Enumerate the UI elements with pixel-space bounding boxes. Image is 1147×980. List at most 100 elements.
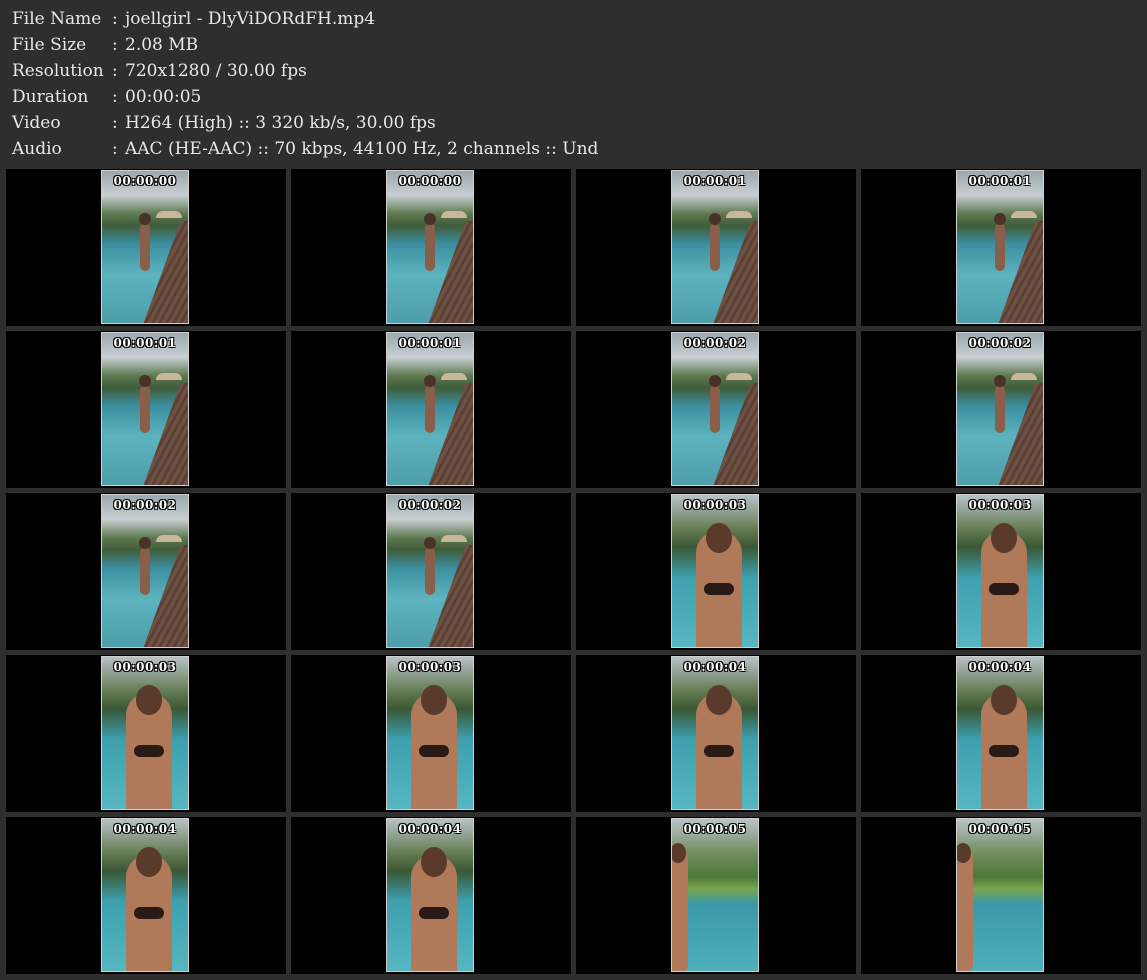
frame-timestamp: 00:00:02 — [968, 336, 1032, 350]
info-value: H264 (High) :: 3 320 kb/s, 30.00 fps — [125, 113, 436, 133]
info-row-duration: Duration : 00:00:05 — [12, 84, 598, 110]
thumbnail-cell: 00:00:02 — [6, 493, 286, 650]
frame-figure-shape — [994, 213, 1006, 271]
frame-umbrella-shape — [441, 373, 467, 380]
thumbnail-cell: 00:00:03 — [576, 493, 856, 650]
video-frame-thumbnail: 00:00:03 — [101, 656, 189, 810]
info-row-resolution: Resolution : 720x1280 / 30.00 fps — [12, 58, 598, 84]
info-row-file-size: File Size : 2.08 MB — [12, 32, 598, 58]
frame-figure-shape — [139, 537, 151, 595]
frame-umbrella-shape — [441, 535, 467, 542]
frame-timestamp: 00:00:00 — [398, 174, 462, 188]
frame-figure-shape — [126, 685, 172, 809]
video-frame-thumbnail: 00:00:03 — [671, 494, 759, 648]
thumbnail-cell: 00:00:01 — [861, 169, 1141, 326]
frame-timestamp: 00:00:02 — [113, 498, 177, 512]
thumbnail-cell: 00:00:01 — [576, 169, 856, 326]
info-label: File Name — [12, 9, 102, 29]
video-frame-thumbnail: 00:00:05 — [671, 818, 759, 972]
info-value: AAC (HE-AAC) :: 70 kbps, 44100 Hz, 2 cha… — [125, 139, 599, 159]
video-frame-thumbnail: 00:00:02 — [671, 332, 759, 486]
video-frame-thumbnail: 00:00:01 — [101, 332, 189, 486]
frame-umbrella-shape — [726, 211, 752, 218]
thumbnail-cell: 00:00:01 — [291, 331, 571, 488]
video-frame-thumbnail: 00:00:00 — [386, 170, 474, 324]
frame-figure-shape — [424, 537, 436, 595]
frame-figure-shape — [981, 523, 1027, 647]
info-row-video: Video : H264 (High) :: 3 320 kb/s, 30.00… — [12, 110, 598, 136]
thumbnail-cell: 00:00:05 — [861, 817, 1141, 974]
thumbnail-cell: 00:00:04 — [6, 817, 286, 974]
thumbnail-cell: 00:00:01 — [6, 331, 286, 488]
frame-figure-shape — [424, 213, 436, 271]
info-value: joellgirl - DlyViDORdFH.mp4 — [125, 9, 376, 29]
frame-timestamp: 00:00:02 — [398, 498, 462, 512]
frame-timestamp: 00:00:00 — [113, 174, 177, 188]
video-frame-thumbnail: 00:00:04 — [101, 818, 189, 972]
thumbnail-cell: 00:00:02 — [576, 331, 856, 488]
frame-timestamp: 00:00:03 — [398, 660, 462, 674]
thumbnail-cell: 00:00:00 — [6, 169, 286, 326]
info-row-file-name: File Name : joellgirl - DlyViDORdFH.mp4 — [12, 6, 598, 32]
frame-figure-shape — [424, 375, 436, 433]
info-value: 720x1280 / 30.00 fps — [125, 61, 307, 81]
info-label: Resolution — [12, 61, 104, 81]
frame-timestamp: 00:00:03 — [968, 498, 1032, 512]
video-frame-thumbnail: 00:00:03 — [956, 494, 1044, 648]
frame-umbrella-shape — [156, 373, 182, 380]
info-separator: : — [112, 9, 118, 29]
frame-timestamp: 00:00:05 — [683, 822, 747, 836]
thumbnail-cell: 00:00:03 — [6, 655, 286, 812]
info-row-audio: Audio : AAC (HE-AAC) :: 70 kbps, 44100 H… — [12, 136, 598, 162]
info-value: 2.08 MB — [125, 35, 199, 55]
frame-timestamp: 00:00:04 — [683, 660, 747, 674]
frame-timestamp: 00:00:04 — [398, 822, 462, 836]
frame-figure-shape — [981, 685, 1027, 809]
video-frame-thumbnail: 00:00:03 — [386, 656, 474, 810]
frame-timestamp: 00:00:05 — [968, 822, 1032, 836]
frame-timestamp: 00:00:04 — [113, 822, 177, 836]
info-separator: : — [112, 87, 118, 107]
frame-umbrella-shape — [156, 535, 182, 542]
frame-umbrella-shape — [156, 211, 182, 218]
frame-figure-shape — [139, 213, 151, 271]
thumbnail-cell: 00:00:02 — [861, 331, 1141, 488]
video-frame-thumbnail: 00:00:00 — [101, 170, 189, 324]
thumbnail-cell: 00:00:03 — [291, 655, 571, 812]
frame-figure-shape — [696, 685, 742, 809]
thumbnail-cell: 00:00:02 — [291, 493, 571, 650]
info-label: Duration — [12, 87, 89, 107]
frame-figure-shape — [411, 847, 457, 971]
frame-figure-shape — [126, 847, 172, 971]
video-frame-thumbnail: 00:00:02 — [956, 332, 1044, 486]
frame-timestamp: 00:00:03 — [113, 660, 177, 674]
info-separator: : — [112, 61, 118, 81]
frame-timestamp: 00:00:01 — [398, 336, 462, 350]
frame-umbrella-shape — [441, 211, 467, 218]
frame-umbrella-shape — [1011, 211, 1037, 218]
frame-figure-shape — [709, 213, 721, 271]
info-value: 00:00:05 — [125, 87, 202, 107]
video-frame-thumbnail: 00:00:04 — [386, 818, 474, 972]
info-label: Video — [12, 113, 61, 133]
frame-figure-shape — [411, 685, 457, 809]
frame-figure-shape — [994, 375, 1006, 433]
frame-timestamp: 00:00:01 — [683, 174, 747, 188]
video-frame-thumbnail: 00:00:04 — [956, 656, 1044, 810]
info-separator: : — [112, 113, 118, 133]
thumbnail-grid: 00:00:00 00:00:00 00:00:01 00:00:01 00:00:01… — [6, 169, 1141, 974]
frame-timestamp: 00:00:01 — [113, 336, 177, 350]
thumbnail-cell: 00:00:04 — [291, 817, 571, 974]
video-frame-thumbnail: 00:00:01 — [386, 332, 474, 486]
info-separator: : — [112, 139, 118, 159]
frame-umbrella-shape — [1011, 373, 1037, 380]
info-separator: : — [112, 35, 118, 55]
video-frame-thumbnail: 00:00:02 — [386, 494, 474, 648]
video-frame-thumbnail: 00:00:01 — [671, 170, 759, 324]
thumbnail-cell: 00:00:03 — [861, 493, 1141, 650]
frame-figure-shape — [139, 375, 151, 433]
frame-timestamp: 00:00:01 — [968, 174, 1032, 188]
info-label: File Size — [12, 35, 87, 55]
frame-figure-shape — [709, 375, 721, 433]
video-frame-thumbnail: 00:00:02 — [101, 494, 189, 648]
